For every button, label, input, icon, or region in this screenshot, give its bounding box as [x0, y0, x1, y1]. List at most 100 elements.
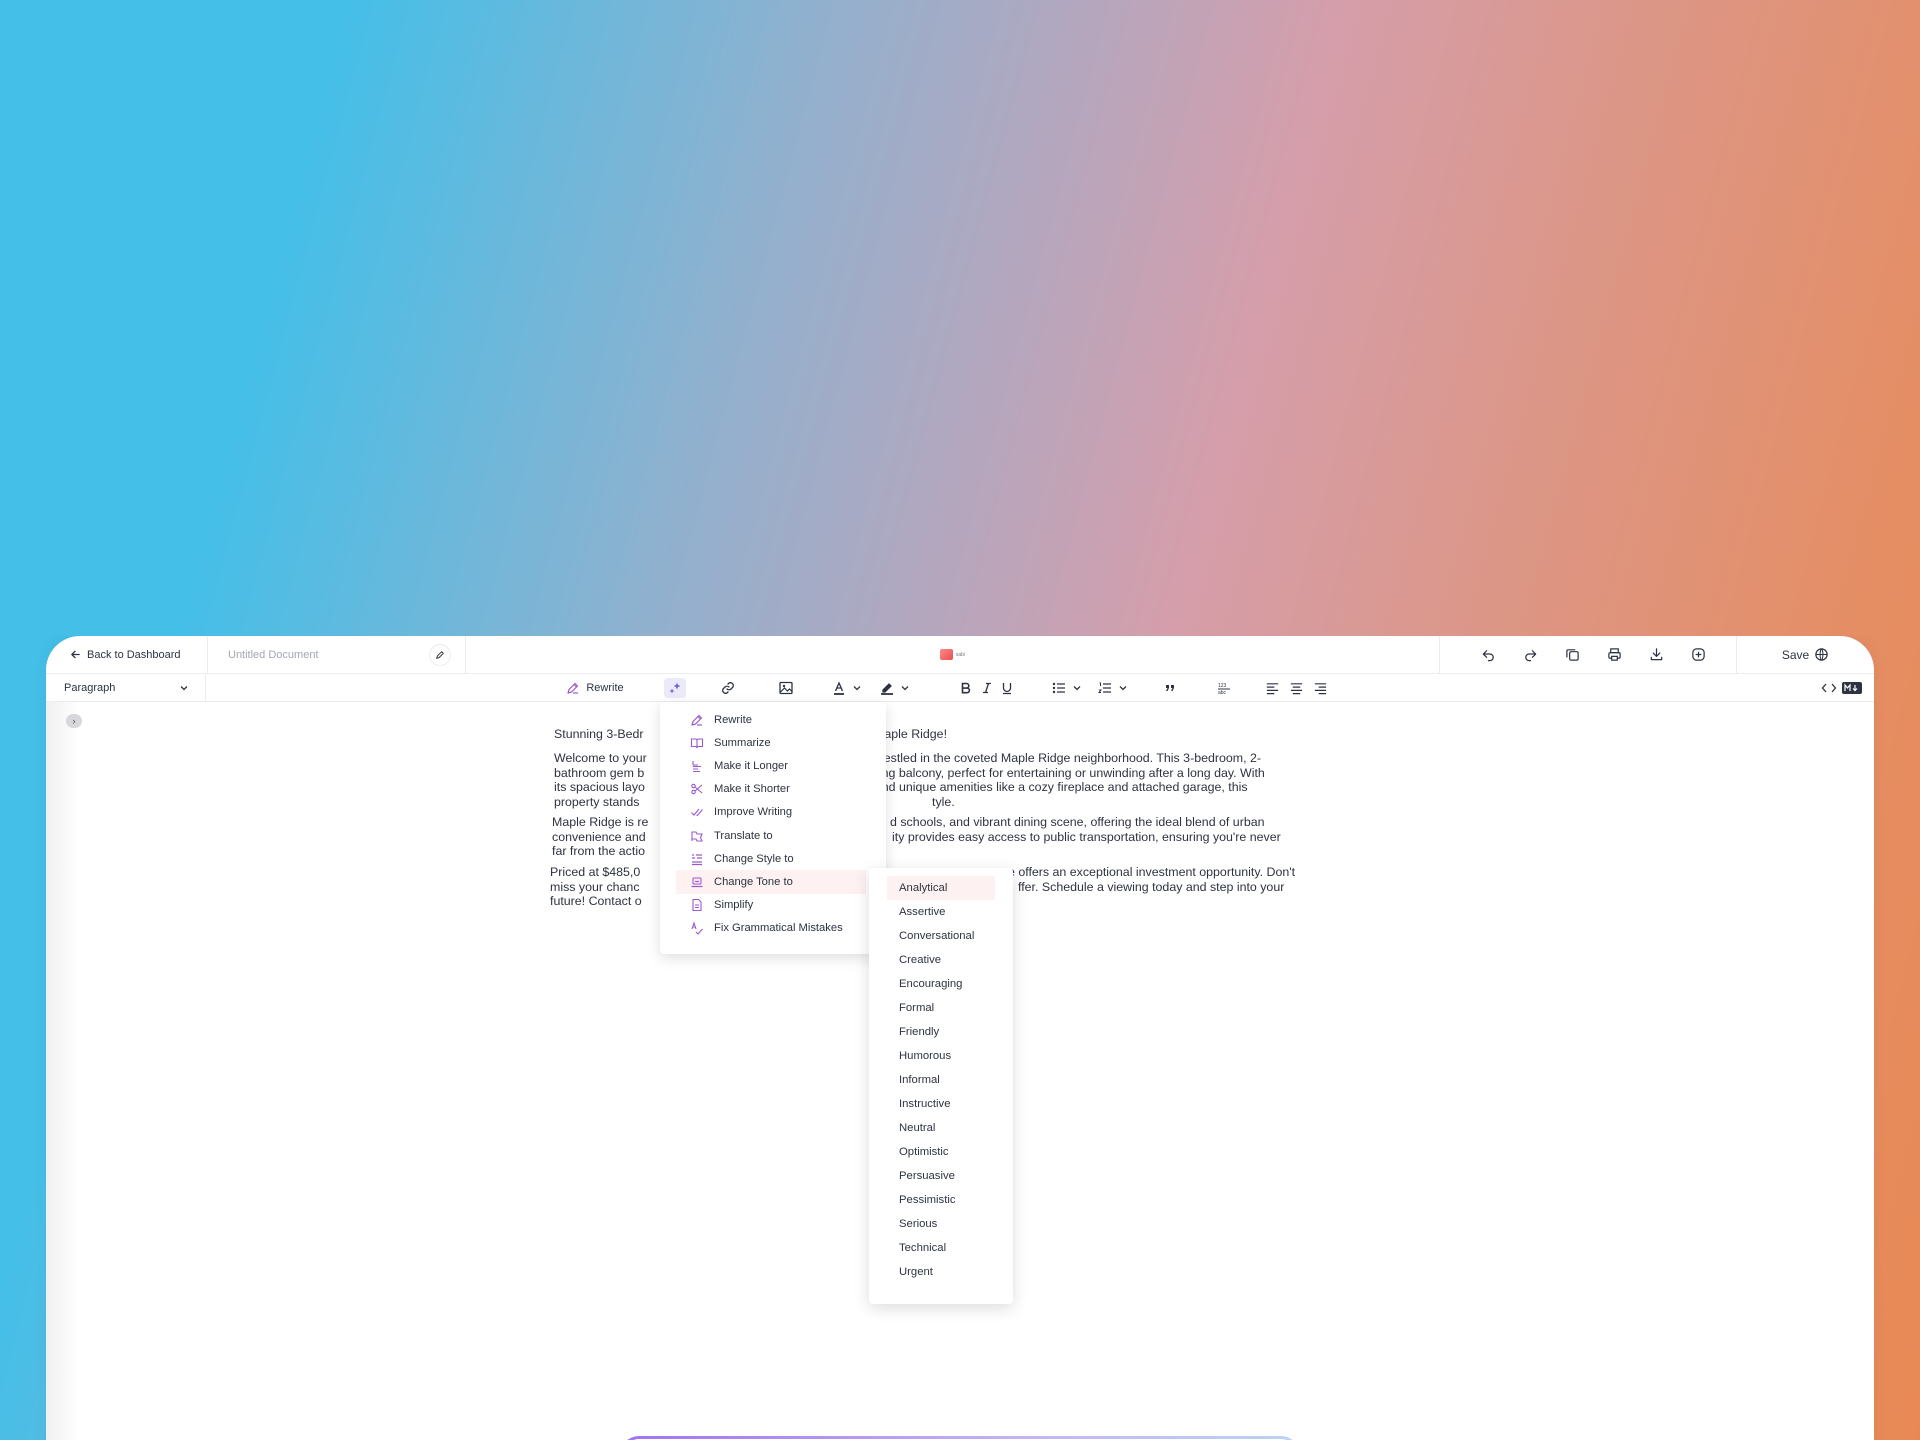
paragraph-text: its spacious layo	[554, 780, 645, 795]
back-to-dashboard-button[interactable]: Back to Dashboard	[46, 636, 208, 674]
expand-sidebar-button[interactable]: ›	[66, 714, 82, 728]
ai-menu-item[interactable]: Simplify	[660, 894, 886, 917]
paragraph-text: ffer. Schedule a viewing today and step …	[1018, 879, 1285, 894]
editor-window: Back to Dashboard Untitled Document sabi	[0, 636, 1920, 1440]
ai-sparkle-button[interactable]	[664, 678, 686, 698]
code-view-icon[interactable]	[1820, 678, 1838, 698]
tone-option[interactable]: Encouraging	[869, 972, 1013, 996]
link-icon[interactable]	[718, 678, 738, 698]
tone-option[interactable]: Formal	[869, 996, 1013, 1020]
ai-menu-item[interactable]: Change Tone to	[676, 870, 866, 894]
ai-menu-item[interactable]: Make it Longer	[660, 754, 886, 777]
italic-icon[interactable]	[980, 678, 994, 698]
document-actions	[1439, 636, 1736, 674]
document-title-area: Untitled Document	[208, 636, 466, 674]
tone-option[interactable]: Analytical	[887, 876, 995, 900]
formatting-toolbar: Paragraph Rewrite 123 abc	[46, 674, 1874, 702]
align-center-icon[interactable]	[1288, 678, 1304, 698]
save-button[interactable]: Save	[1736, 636, 1874, 674]
ai-menu-item[interactable]: Improve Writing	[660, 801, 886, 824]
svg-text:123: 123	[1218, 683, 1227, 689]
print-icon[interactable]	[1604, 645, 1624, 665]
align-left-icon[interactable]	[1264, 678, 1280, 698]
ai-menu-item-label: Translate to	[714, 829, 773, 842]
book-icon	[690, 736, 704, 750]
tone-option[interactable]: Friendly	[869, 1020, 1013, 1044]
ai-menu-item-label: Change Tone to	[714, 875, 793, 888]
block-type-select[interactable]: Paragraph	[46, 674, 206, 702]
ai-prompt-bar	[620, 1436, 1300, 1440]
strikethrough-icon[interactable]: 123 abc	[1216, 678, 1232, 698]
image-icon[interactable]	[776, 678, 796, 698]
highlight-icon[interactable]	[878, 678, 896, 698]
tone-option[interactable]: Technical	[869, 1236, 1013, 1260]
numbered-list-chevron-icon[interactable]	[1118, 678, 1128, 698]
tone-submenu: Analytical Assertive Conversational Creativ…	[869, 868, 1013, 1304]
rewrite-button[interactable]: Rewrite	[560, 678, 630, 698]
block-type-value: Paragraph	[64, 682, 116, 694]
align-right-icon[interactable]	[1312, 678, 1328, 698]
undo-icon[interactable]	[1478, 645, 1498, 665]
paragraph-text: ning balcony, perfect for entertaining o…	[872, 765, 1265, 780]
ai-menu-item[interactable]: Change Style to	[660, 847, 886, 870]
tone-option[interactable]: Conversational	[869, 924, 1013, 948]
tone-option[interactable]: Urgent	[869, 1260, 1013, 1284]
ai-menu-item-label: Simplify	[714, 899, 754, 912]
ai-menu-item-label: Improve Writing	[714, 806, 793, 819]
paragraph-text: far from the actio	[552, 844, 645, 859]
highlight-chevron-icon[interactable]	[900, 678, 910, 698]
lines-longer-icon	[690, 759, 704, 773]
chevron-right-icon: ›	[72, 716, 76, 726]
globe-icon	[1814, 647, 1829, 662]
text-color-icon[interactable]	[830, 678, 848, 698]
document-icon	[690, 898, 704, 912]
pen-icon	[566, 681, 580, 695]
ai-menu-item[interactable]: Summarize	[660, 731, 886, 754]
translate-icon	[690, 829, 704, 843]
ai-menu-item[interactable]: Rewrite	[660, 708, 886, 731]
paragraph-text: e offers an exceptional investment oppor…	[1008, 865, 1296, 879]
paragraph-text: , nestled in the coveted Maple Ridge nei…	[870, 751, 1262, 765]
ai-menu-item[interactable]: Fix Grammatical Mistakes	[660, 917, 886, 940]
download-icon[interactable]	[1646, 645, 1666, 665]
tone-option[interactable]: Humorous	[869, 1044, 1013, 1068]
chevron-down-icon	[179, 683, 189, 693]
tone-option[interactable]: Instructive	[869, 1092, 1013, 1116]
tone-option[interactable]: Optimistic	[869, 1140, 1013, 1164]
sparkle-icon	[668, 681, 682, 695]
markdown-icon[interactable]	[1842, 678, 1862, 698]
top-bar: Back to Dashboard Untitled Document sabi	[46, 636, 1874, 674]
scissors-icon	[690, 782, 704, 796]
rewrite-label: Rewrite	[586, 682, 624, 694]
pencil-icon	[435, 650, 445, 660]
redo-icon[interactable]	[1520, 645, 1540, 665]
tone-icon	[690, 875, 704, 889]
numbered-list-icon[interactable]	[1096, 678, 1114, 698]
tone-option[interactable]: Neutral	[869, 1116, 1013, 1140]
tone-option[interactable]: Assertive	[869, 900, 1013, 924]
tone-option[interactable]: Serious	[869, 1212, 1013, 1236]
document-title[interactable]: Untitled Document	[228, 649, 319, 661]
tone-option[interactable]: Informal	[869, 1068, 1013, 1092]
quote-icon[interactable]	[1162, 678, 1178, 698]
ai-actions-menu: Rewrite Summarize Make it Longer Make it Sh…	[660, 702, 886, 954]
copy-icon[interactable]	[1562, 645, 1582, 665]
back-label: Back to Dashboard	[87, 648, 181, 661]
logo-cube-icon	[939, 649, 953, 660]
tone-option[interactable]: Pessimistic	[869, 1188, 1013, 1212]
tone-option[interactable]: Persuasive	[869, 1164, 1013, 1188]
rename-button[interactable]	[429, 643, 451, 666]
ai-menu-item[interactable]: Make it Shorter	[660, 778, 886, 801]
paragraph-text: d schools, and vibrant dining scene, off…	[890, 815, 1265, 829]
text-color-chevron-icon[interactable]	[852, 678, 862, 698]
paragraph-text: ity provides easy access to public trans…	[892, 829, 1281, 844]
ai-menu-item-label: Summarize	[714, 736, 771, 749]
bullet-list-icon[interactable]	[1050, 678, 1068, 698]
bullet-list-chevron-icon[interactable]	[1072, 678, 1082, 698]
ai-menu-item-label: Make it Longer	[714, 759, 789, 772]
bold-icon[interactable]	[958, 678, 974, 698]
add-circle-icon[interactable]	[1688, 645, 1708, 665]
tone-option[interactable]: Creative	[869, 948, 1013, 972]
underline-icon[interactable]	[1000, 678, 1014, 698]
ai-menu-item[interactable]: Translate to	[660, 824, 886, 847]
